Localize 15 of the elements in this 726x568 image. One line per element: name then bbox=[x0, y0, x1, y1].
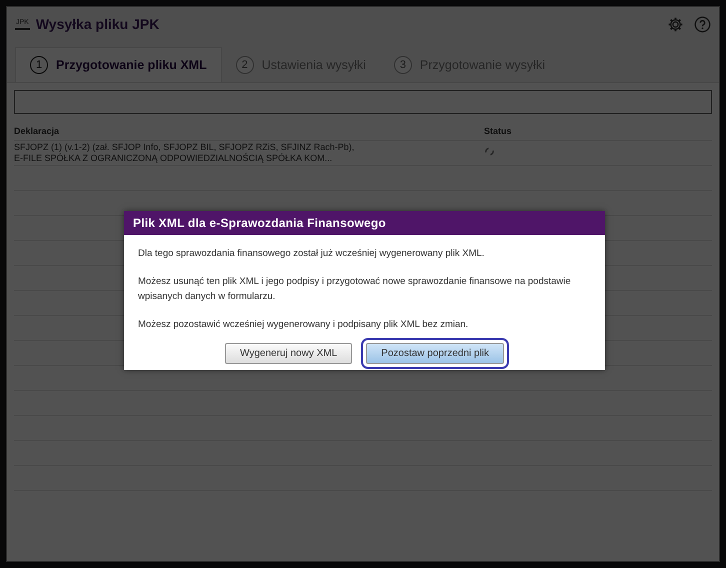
step-tab[interactable]: 1 Przygotowanie pliku XML bbox=[15, 47, 222, 82]
column-header: Status bbox=[484, 124, 513, 138]
help-icon[interactable] bbox=[694, 16, 711, 32]
dialog-text: Możesz pozostawić wcześniej wygenerowany i podpisany plik XML bez zmian. bbox=[138, 318, 470, 332]
filter-field[interactable] bbox=[14, 90, 712, 114]
step-label: Przygotowanie pliku XML bbox=[56, 58, 207, 72]
column-header: Deklaracja bbox=[14, 124, 60, 138]
dialog-text: Dla tego sprawozdania finansowego został już wcześniej wygenerowany plik XML. bbox=[138, 247, 486, 261]
step-number: 1 bbox=[30, 56, 48, 74]
settings-icon[interactable] bbox=[667, 16, 684, 32]
window-title: Wysyłka pliku JPK bbox=[36, 16, 160, 32]
table-cell-text: SFJOPZ (1) (v.1-2) (zał. SFJOP Info, SFJOPZ BIL, SFJOPZ RZiS, SFJINZ Rach-Pb), E-FILE SPÓŁKA Z OGRANICZONĄ ODPOWIEDZIALNOŚCIĄ SPÓŁKA KOM... bbox=[14, 141, 356, 165]
dialog-text: Możesz usunąć ten plik XML i jego podpisy i przygotować nowe sprawozdanie finansowe na podstawie wpisanych danych w formularzu. bbox=[138, 275, 572, 304]
dialog-title: Plik XML dla e-Sprawozdania Finansowego bbox=[124, 211, 605, 235]
dialog-button[interactable]: Wygeneruj nowy XML bbox=[224, 343, 352, 364]
